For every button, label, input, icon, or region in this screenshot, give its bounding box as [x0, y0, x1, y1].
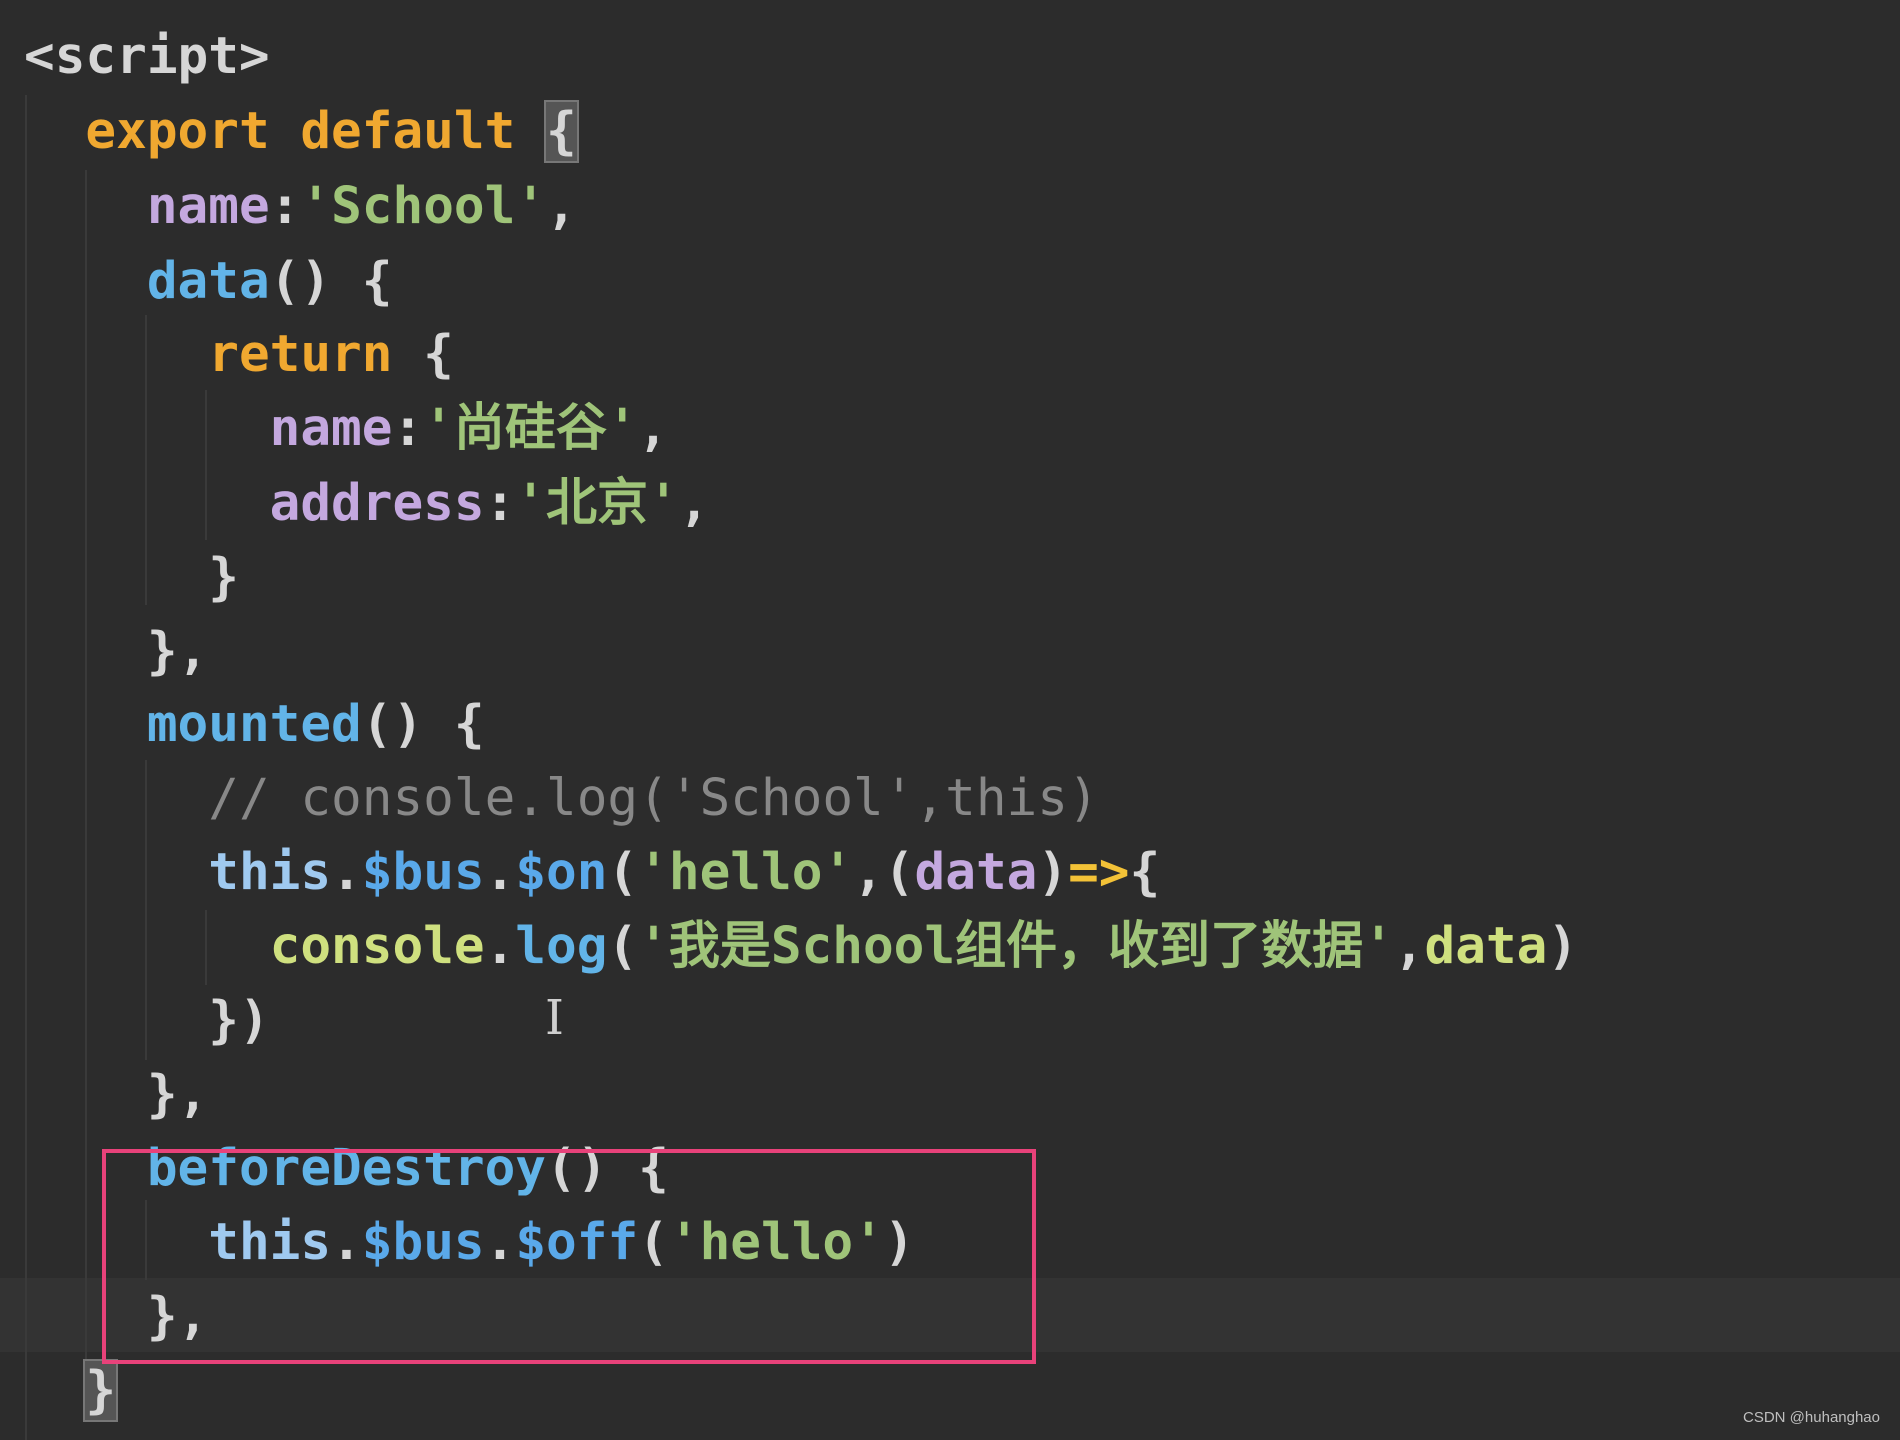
code-line: export default { — [24, 95, 579, 169]
matched-bracket: { — [544, 100, 579, 163]
code-token-str: '尚硅谷' — [423, 399, 638, 458]
code-token-comment: // console.log('School',this) — [208, 769, 1099, 828]
code-line: } — [24, 1354, 119, 1428]
code-token-punc: () { — [361, 695, 485, 754]
code-line: name:'尚硅谷', — [24, 392, 669, 466]
code-token-punc: ) — [1547, 917, 1579, 976]
code-token-console: data — [1424, 917, 1548, 976]
code-token-punc: . — [331, 843, 362, 902]
code-token-fn: data — [146, 252, 270, 311]
code-line: }, — [24, 615, 208, 689]
code-token-punc: , — [678, 474, 710, 533]
code-token-str: 'hello' — [638, 843, 854, 902]
matched-bracket: } — [83, 1359, 119, 1422]
code-line: mounted() { — [24, 688, 485, 762]
code-token-prop: address — [269, 474, 485, 533]
code-token-kw: return — [208, 325, 393, 384]
code-line: console.log('我是School组件，收到了数据',data) — [24, 910, 1578, 984]
code-token-punc: : — [484, 474, 516, 533]
code-line: <script> — [24, 20, 270, 94]
highlight-box — [102, 1149, 1036, 1364]
code-token-punc: , — [546, 177, 577, 236]
code-token-var: $on — [515, 843, 608, 902]
code-line: } — [24, 541, 239, 615]
code-line: data() { — [24, 245, 393, 319]
code-token-punc: . — [484, 843, 516, 902]
code-token-fn: mounted — [146, 695, 362, 754]
code-token-punc: ) — [1037, 843, 1069, 902]
code-token-kw: export default — [85, 102, 516, 161]
code-token-punc: : — [269, 177, 301, 236]
code-token-this: this — [208, 843, 332, 902]
code-token-str: '北京' — [515, 474, 679, 533]
code-token-punc: }, — [146, 622, 209, 681]
code-token-punc: . — [484, 917, 516, 976]
code-token-str: '我是School组件，收到了数据' — [638, 917, 1394, 976]
code-editor[interactable]: <script> export default { name:'School',… — [0, 0, 1900, 1440]
code-token-punc: , — [637, 399, 669, 458]
code-line: // console.log('School',this) — [24, 762, 1099, 836]
code-token-console: console — [269, 917, 485, 976]
code-token-param: data — [914, 843, 1038, 902]
code-token-punc: ,( — [853, 843, 915, 902]
code-line: }) — [24, 984, 270, 1058]
code-line: return { — [24, 318, 454, 392]
code-token-prop: name — [269, 399, 393, 458]
code-token-punc: }, — [146, 1065, 209, 1124]
code-line: address:'北京', — [24, 467, 710, 541]
code-token-punc: , — [1393, 917, 1425, 976]
code-token-tag: <script> — [24, 27, 270, 86]
code-token-punc: ( — [607, 917, 639, 976]
code-line: }, — [24, 1058, 208, 1132]
code-token-var: $bus — [361, 843, 485, 902]
code-token-prop: name — [146, 177, 270, 236]
watermark: CSDN @huhanghao — [1743, 1409, 1880, 1426]
code-token-punc: { — [1129, 843, 1161, 902]
code-token-punc: ( — [607, 843, 639, 902]
code-line: this.$bus.$on('hello',(data)=>{ — [24, 836, 1160, 910]
code-token-arrow: => — [1068, 843, 1130, 902]
code-token-punc: } — [208, 548, 239, 607]
code-token-fn: log — [515, 917, 608, 976]
code-line: name:'School', — [24, 170, 577, 244]
text-cursor-icon: I — [545, 990, 564, 1046]
code-token-punc: () { — [269, 252, 393, 311]
code-token-punc: }) — [208, 991, 270, 1050]
code-token-punc: { — [392, 325, 454, 384]
code-token-punc: : — [392, 399, 424, 458]
code-token-str: 'School' — [300, 177, 547, 236]
